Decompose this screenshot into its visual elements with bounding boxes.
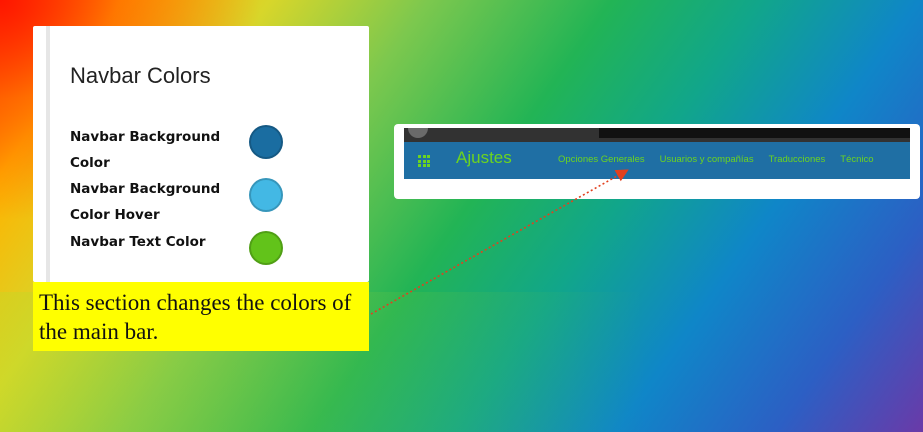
navbar-menu: Opciones Generales Usuarios y compañías … [558,154,874,165]
navbar-text-color-swatch[interactable] [249,231,283,265]
menu-item-tecnico[interactable]: Técnico [840,154,873,165]
browser-chrome-strip [404,128,910,142]
browser-address-bar [599,128,910,138]
navbar-background-color-label: Navbar Background Color [70,129,221,171]
navbar-preview-screenshot: Ajustes Opciones Generales Usuarios y co… [394,124,920,199]
navbar-colors-panel: Navbar Colors Navbar Background Color Na… [33,26,369,282]
navbar-brand[interactable]: Ajustes [456,148,512,168]
panel-title: Navbar Colors [70,63,211,88]
navbar-background-color-hover-label: Navbar Background Color Hover [70,181,221,223]
browser-button-icon [408,128,428,138]
menu-item-traducciones[interactable]: Traducciones [769,154,826,165]
navbar-background-color-hover-swatch[interactable] [249,178,283,212]
navbar-text-color-label: Navbar Text Color [70,234,206,250]
panel-left-rail [46,26,50,282]
grid-icon[interactable] [418,155,430,167]
navbar: Ajustes Opciones Generales Usuarios y co… [404,142,910,179]
menu-item-usuarios-y-companias[interactable]: Usuarios y compañías [660,154,754,165]
menu-item-opciones-generales[interactable]: Opciones Generales [558,154,645,165]
navbar-background-color-swatch[interactable] [249,125,283,159]
caption-box: This section changes the colors of the m… [33,282,369,351]
